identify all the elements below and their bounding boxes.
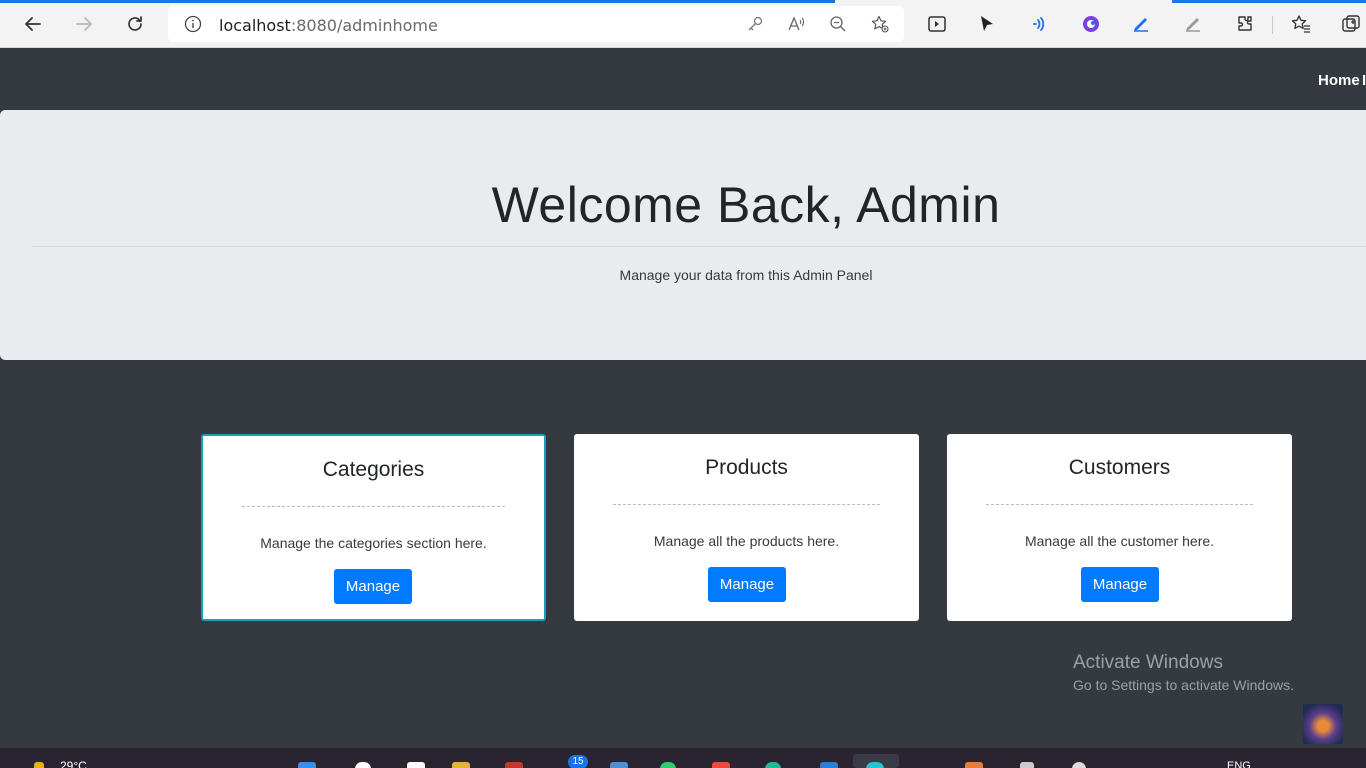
video-thumbnail <box>1303 704 1343 744</box>
password-key-icon[interactable] <box>745 14 765 34</box>
nav-link-next[interactable]: I <box>1362 72 1366 89</box>
nav-link-home[interactable]: Home <box>1318 72 1360 89</box>
page-subtitle: Manage your data from this Admin Panel <box>619 267 873 283</box>
site-navbar: Home I <box>0 48 1366 110</box>
language-indicator[interactable]: ENG <box>1227 760 1251 768</box>
card-divider <box>613 504 880 505</box>
products-card: Products Manage all the products here. M… <box>574 434 919 621</box>
products-card-text: Manage all the products here. <box>653 533 840 549</box>
activation-watermark-title: Activate Windows <box>1073 652 1223 673</box>
audio-extension-icon[interactable] <box>1028 13 1050 35</box>
address-bar[interactable]: localhost:8080/adminhome <box>168 6 904 42</box>
notification-badge: 15 <box>568 755 588 768</box>
pen-extension-icon[interactable] <box>1130 13 1152 35</box>
app-icon[interactable] <box>765 762 781 768</box>
categories-card-title: Categories <box>322 458 425 481</box>
extensions-puzzle-icon[interactable] <box>1234 13 1256 35</box>
tab-indicator <box>1172 0 1366 3</box>
categories-card: Categories Manage the categories section… <box>201 434 546 621</box>
cursor-extension-icon[interactable] <box>976 13 998 35</box>
manage-products-button[interactable]: Manage <box>708 567 786 602</box>
split-screen-icon[interactable] <box>926 13 948 35</box>
activation-watermark-subtitle: Go to Settings to activate Windows. <box>1073 677 1294 693</box>
settings-icon[interactable] <box>1020 762 1034 768</box>
pen-disabled-extension-icon[interactable] <box>1182 13 1204 35</box>
toolbar-divider <box>1272 16 1273 34</box>
collections-icon[interactable] <box>1340 13 1362 35</box>
favorites-icon[interactable] <box>1290 13 1312 35</box>
add-favorite-icon[interactable] <box>870 14 890 34</box>
browser-toolbar: localhost:8080/adminhome <box>0 0 1366 48</box>
page-title: Welcome Back, Admin <box>491 177 1001 233</box>
forward-icon[interactable] <box>71 11 97 37</box>
file-explorer-icon[interactable] <box>452 762 470 768</box>
search-icon[interactable] <box>355 762 371 768</box>
customers-card: Customers Manage all the customer here. … <box>947 434 1292 621</box>
app-icon[interactable] <box>965 762 983 768</box>
app-icon[interactable] <box>505 762 523 768</box>
read-aloud-icon[interactable] <box>786 14 806 34</box>
products-card-title: Products <box>705 456 788 479</box>
card-divider <box>986 504 1253 505</box>
app-icon[interactable] <box>610 762 628 768</box>
refresh-icon[interactable] <box>122 11 148 37</box>
active-app-icon[interactable] <box>866 762 884 768</box>
active-tab-indicator <box>0 0 835 3</box>
weather-temperature[interactable]: 29°C <box>60 759 87 768</box>
manage-categories-button[interactable]: Manage <box>334 569 412 604</box>
app-icon[interactable] <box>712 762 730 768</box>
url-host: localhost <box>219 16 291 35</box>
app-icon[interactable] <box>1072 762 1086 768</box>
windows-taskbar: 29°C 15 ENG <box>0 748 1366 768</box>
card-divider <box>242 506 505 507</box>
categories-card-text: Manage the categories section here. <box>260 535 487 551</box>
customers-card-title: Customers <box>1068 456 1171 479</box>
url-path: :8080/adminhome <box>290 16 438 35</box>
start-icon[interactable] <box>298 762 316 768</box>
jumbotron-divider <box>32 246 1366 247</box>
zoom-out-icon[interactable] <box>828 14 848 34</box>
back-icon[interactable] <box>20 11 46 37</box>
task-view-icon[interactable] <box>407 762 425 768</box>
customers-card-text: Manage all the customer here. <box>1024 533 1215 549</box>
weather-icon[interactable] <box>34 762 44 768</box>
app-icon[interactable] <box>660 762 676 768</box>
manage-customers-button[interactable]: Manage <box>1081 567 1159 602</box>
app-icon[interactable] <box>820 762 838 768</box>
site-info-icon[interactable] <box>183 14 203 34</box>
copilot-extension-icon[interactable] <box>1080 13 1102 35</box>
welcome-jumbotron: Welcome Back, Admin Manage your data fro… <box>0 110 1366 360</box>
url-text[interactable]: localhost:8080/adminhome <box>219 16 438 35</box>
